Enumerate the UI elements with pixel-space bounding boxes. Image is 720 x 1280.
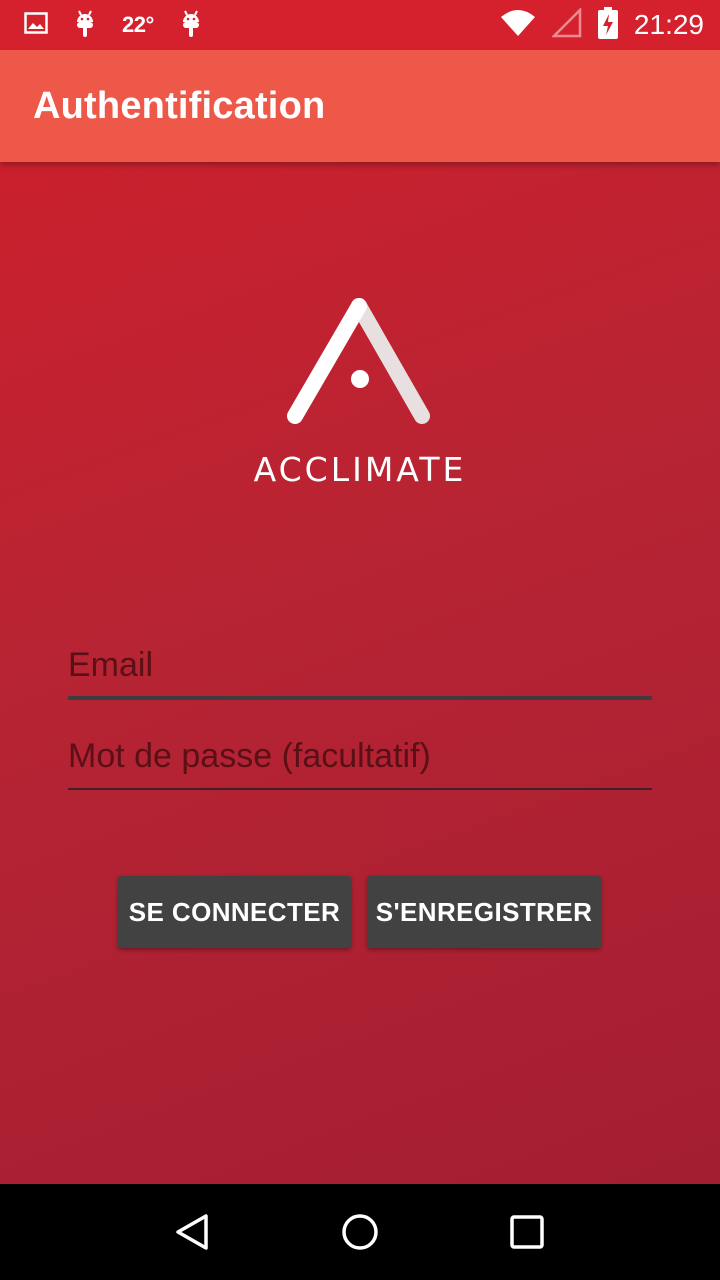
back-icon[interactable]: [163, 1202, 223, 1262]
android-icon: [74, 8, 96, 43]
battery-charging-icon: [597, 6, 618, 44]
status-system: 21:29: [500, 6, 704, 44]
temperature-text: 22°: [122, 12, 154, 37]
logo-wordmark: ACCLIMATE: [253, 450, 467, 489]
page-title: Authentification: [33, 84, 326, 127]
status-bar: 22° 21:29: [0, 0, 720, 50]
logo-mark-icon: [287, 298, 430, 424]
clock: 21:29: [633, 9, 704, 40]
email-input[interactable]: [68, 640, 652, 696]
signal-icon: [550, 6, 582, 43]
password-input[interactable]: [68, 730, 652, 788]
password-field-container: [68, 730, 652, 790]
register-button[interactable]: S'ENREGISTRER: [367, 876, 601, 948]
app-bar: Authentification: [0, 50, 720, 162]
recents-icon[interactable]: [497, 1202, 557, 1262]
acclimate-logo: ACCLIMATE: [250, 290, 470, 490]
navigation-bar: [0, 1184, 720, 1280]
image-icon: [24, 11, 48, 39]
home-icon[interactable]: [330, 1202, 390, 1262]
android-icon: [180, 8, 202, 43]
wifi-icon: [500, 9, 536, 42]
email-field-container: [68, 640, 652, 700]
status-notifications: 22°: [24, 8, 500, 43]
login-button[interactable]: SE CONNECTER: [118, 876, 351, 948]
login-screen: 22° 21:29 Authentification ACCLIMATE Ema…: [0, 0, 720, 1280]
